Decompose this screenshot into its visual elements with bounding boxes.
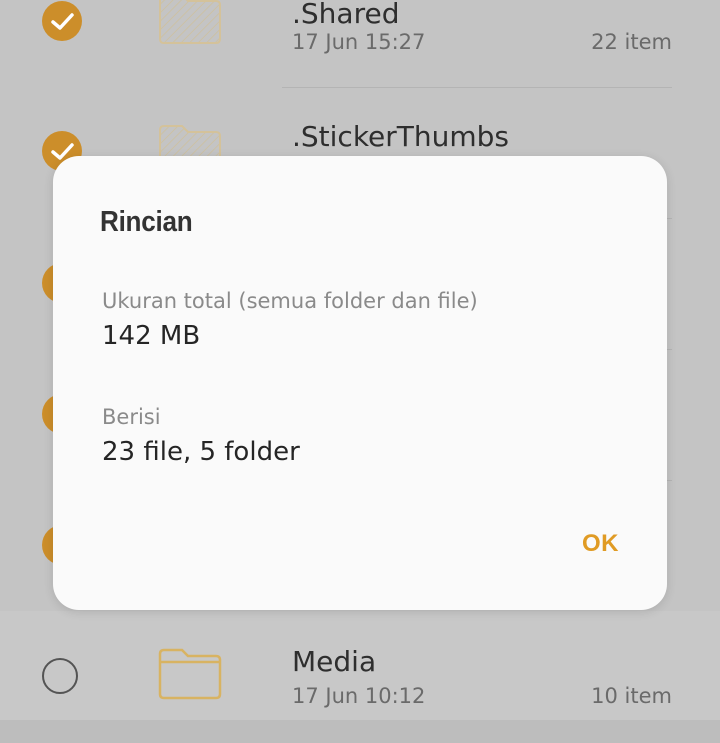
contains-label: Berisi <box>102 405 161 429</box>
list-item-name: .Shared <box>292 0 400 30</box>
total-size-label: Ukuran total (semua folder dan file) <box>102 289 478 313</box>
ok-button[interactable]: OK <box>578 528 623 560</box>
dialog-title: Rincian <box>100 206 193 238</box>
details-dialog: Rincian Ukuran total (semua folder dan f… <box>53 156 667 610</box>
list-item[interactable]: Media 17 Jun 10:12 10 item <box>0 612 720 743</box>
list-item-count: 22 item <box>591 30 672 54</box>
list-item-date: 17 Jun 10:12 <box>292 684 426 708</box>
folder-icon <box>158 648 222 700</box>
list-item-count: 10 item <box>591 684 672 708</box>
checked-icon[interactable] <box>42 1 82 41</box>
unchecked-radio-icon[interactable] <box>42 658 78 694</box>
list-item-date: 17 Jun 15:27 <box>292 30 426 54</box>
folder-icon <box>159 0 221 44</box>
list-item-name: .StickerThumbs <box>292 120 510 153</box>
list-item[interactable]: .Shared 17 Jun 15:27 22 item <box>0 0 720 88</box>
total-size-value: 142 MB <box>102 321 201 351</box>
contains-value: 23 file, 5 folder <box>102 437 300 467</box>
list-item-name: Media <box>292 645 377 678</box>
